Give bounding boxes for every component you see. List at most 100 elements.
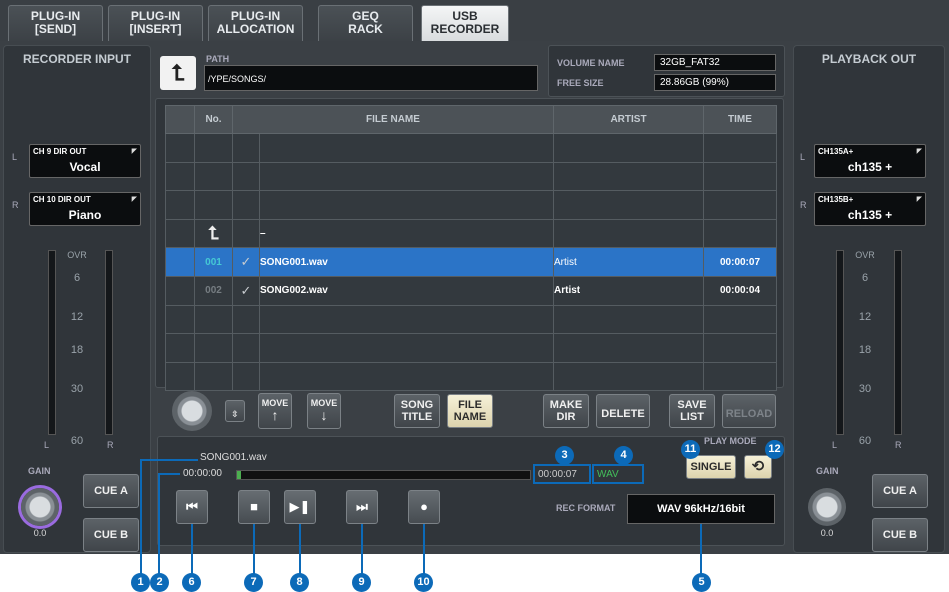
panel-title: RECORDER INPUT	[22, 52, 131, 66]
delete-button[interactable]: DELETE	[596, 394, 650, 428]
meter-scale-6: 6	[861, 272, 869, 284]
previous-track-icon[interactable]: ⏮	[176, 490, 208, 524]
file-format-badge: WAV	[592, 464, 644, 484]
input-patch-r-button[interactable]: CH 10 DIR OUT ◤ Piano	[29, 192, 141, 226]
move-up-button[interactable]: MOVE ↑	[258, 393, 292, 429]
output-patch-r-button[interactable]: CH135B+ ◤ ch135 +	[814, 192, 926, 226]
row-file-name: SONG001.wav	[259, 247, 554, 277]
channel-r-label: R	[800, 200, 807, 210]
callout-2: 2	[150, 573, 169, 592]
meter-l	[48, 250, 56, 435]
patch-source: CH135B+	[818, 195, 854, 204]
row-artist: Artist	[553, 275, 704, 306]
recorder-input-panel: RECORDER INPUT L CH 9 DIR OUT ◤ Vocal R …	[3, 45, 151, 553]
tab-plugin-insert[interactable]: PLUG-IN [INSERT]	[108, 5, 203, 41]
free-size-value: 28.86GB (99%)	[654, 74, 776, 91]
meter-r-label: R	[107, 440, 114, 450]
arrow-up-icon: ↑	[271, 407, 279, 423]
meter-scale-18: 18	[858, 344, 872, 356]
meter-scale-12: 12	[70, 311, 84, 323]
table-row[interactable]	[165, 304, 777, 335]
reload-button[interactable]: RELOAD	[722, 394, 776, 428]
tab-plugin-allocation[interactable]: PLUG-IN ALLOCATION	[208, 5, 303, 41]
tab-usb-recorder[interactable]: USB RECORDER	[421, 5, 509, 41]
table-row[interactable]	[165, 361, 777, 392]
gain-knob[interactable]: 0.0	[21, 488, 59, 538]
current-file-name: SONG001.wav	[200, 452, 267, 463]
rec-format-label: REC FORMAT	[556, 503, 616, 513]
cue-b-button[interactable]: CUE B	[83, 518, 139, 552]
callout-8: 8	[290, 573, 309, 592]
progress-bar[interactable]	[236, 470, 531, 480]
up-arrow-icon: ⮤	[194, 218, 233, 249]
table-row-selected[interactable]: 001 ✓ SONG001.wav Artist 00:00:07	[165, 247, 777, 277]
single-mode-button[interactable]: SINGLE	[686, 455, 736, 479]
stop-icon[interactable]: ■	[238, 490, 270, 524]
header-time: TIME	[703, 105, 777, 134]
song-title-button[interactable]: SONG TITLE	[394, 394, 440, 428]
popup-icon: ◤	[916, 148, 922, 155]
path-field: /YPE/SONGS/	[204, 65, 538, 91]
gain-value: 0.0	[33, 528, 47, 538]
patch-source: CH135A+	[818, 147, 854, 156]
popup-icon: ◤	[916, 196, 922, 203]
check-icon[interactable]: ✓	[232, 275, 260, 306]
callout-1: 1	[131, 573, 150, 592]
patch-value: Vocal	[69, 160, 101, 174]
meter-scale-60: 60	[858, 435, 872, 447]
meter-l-label: L	[44, 440, 50, 450]
file-name-button[interactable]: FILE NAME	[447, 394, 493, 428]
meter-scale-ovr: OVR	[67, 250, 87, 260]
repeat-icon[interactable]: ⟲	[744, 455, 772, 479]
cue-b-button[interactable]: CUE B	[872, 518, 928, 552]
callout-line	[299, 524, 301, 574]
table-row[interactable]: 002 ✓ SONG002.wav Artist 00:00:04	[165, 275, 777, 306]
scroll-knob[interactable]	[172, 391, 212, 431]
tab-bar: PLUG-IN [SEND] PLUG-IN [INSERT] PLUG-IN …	[0, 0, 949, 41]
header-file-name: FILE NAME	[232, 105, 554, 134]
channel-r-label: R	[12, 200, 19, 210]
save-list-button[interactable]: SAVE LIST	[669, 394, 715, 428]
output-patch-l-button[interactable]: CH135A+ ◤ ch135 +	[814, 144, 926, 178]
playback-out-panel: PLAYBACK OUT L CH135A+ ◤ ch135 + R CH135…	[793, 45, 945, 553]
table-row-parent[interactable]: ⮤ –	[165, 218, 777, 249]
parent-dir-label: –	[259, 218, 554, 249]
row-number: 001	[194, 247, 233, 277]
row-artist: Artist	[553, 247, 704, 277]
tab-plugin-send[interactable]: PLUG-IN [SEND]	[8, 5, 103, 41]
popup-icon: ◤	[131, 148, 137, 155]
progress-fill	[237, 471, 241, 479]
patch-source: CH 10 DIR OUT	[33, 195, 91, 204]
meter-r-label: R	[895, 440, 902, 450]
callout-10: 10	[414, 573, 433, 592]
play-pause-icon[interactable]: ▶❚	[284, 490, 316, 524]
rec-format-selector[interactable]: WAV 96kHz/16bit	[627, 494, 775, 524]
input-patch-l-button[interactable]: CH 9 DIR OUT ◤ Vocal	[29, 144, 141, 178]
callout-line	[253, 524, 255, 574]
gain-knob[interactable]: 0.0	[808, 488, 846, 538]
channel-l-label: L	[12, 152, 18, 162]
table-row[interactable]	[165, 161, 777, 192]
table-row[interactable]	[165, 133, 777, 163]
elapsed-time: 00:00:00	[183, 468, 222, 479]
tab-geq-rack[interactable]: GEQ RACK	[318, 5, 413, 41]
table-row[interactable]	[165, 190, 777, 220]
make-dir-button[interactable]: MAKE DIR	[543, 394, 589, 428]
record-icon[interactable]: ●	[408, 490, 440, 524]
next-track-icon[interactable]: ⏭	[346, 490, 378, 524]
check-icon[interactable]: ✓	[232, 247, 260, 277]
callout-line	[140, 459, 142, 574]
meter-r	[894, 250, 902, 435]
table-row[interactable]	[165, 333, 777, 363]
header-artist: ARTIST	[553, 105, 704, 134]
cue-a-button[interactable]: CUE A	[872, 474, 928, 508]
cue-a-button[interactable]: CUE A	[83, 474, 139, 508]
row-time: 00:00:07	[703, 247, 777, 277]
scroll-toggle-icon[interactable]: ⇳	[225, 400, 245, 422]
callout-line	[361, 524, 363, 574]
callout-4: 4	[614, 446, 633, 465]
move-down-button[interactable]: MOVE ↓	[307, 393, 341, 429]
file-table: No. FILE NAME ARTIST TIME ⮤ – 001 ✓ SONG…	[165, 105, 777, 392]
up-arrow-icon[interactable]: ⮤	[160, 56, 196, 90]
gain-label: GAIN	[816, 466, 839, 476]
